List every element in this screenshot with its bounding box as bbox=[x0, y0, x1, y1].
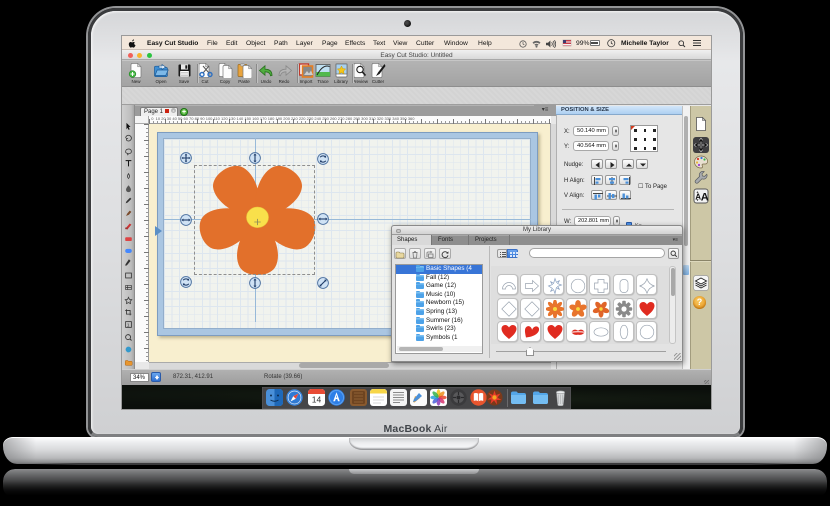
svg-text:A: A bbox=[700, 191, 708, 203]
svg-text:1: 1 bbox=[127, 323, 130, 329]
svg-text:14: 14 bbox=[312, 394, 322, 404]
